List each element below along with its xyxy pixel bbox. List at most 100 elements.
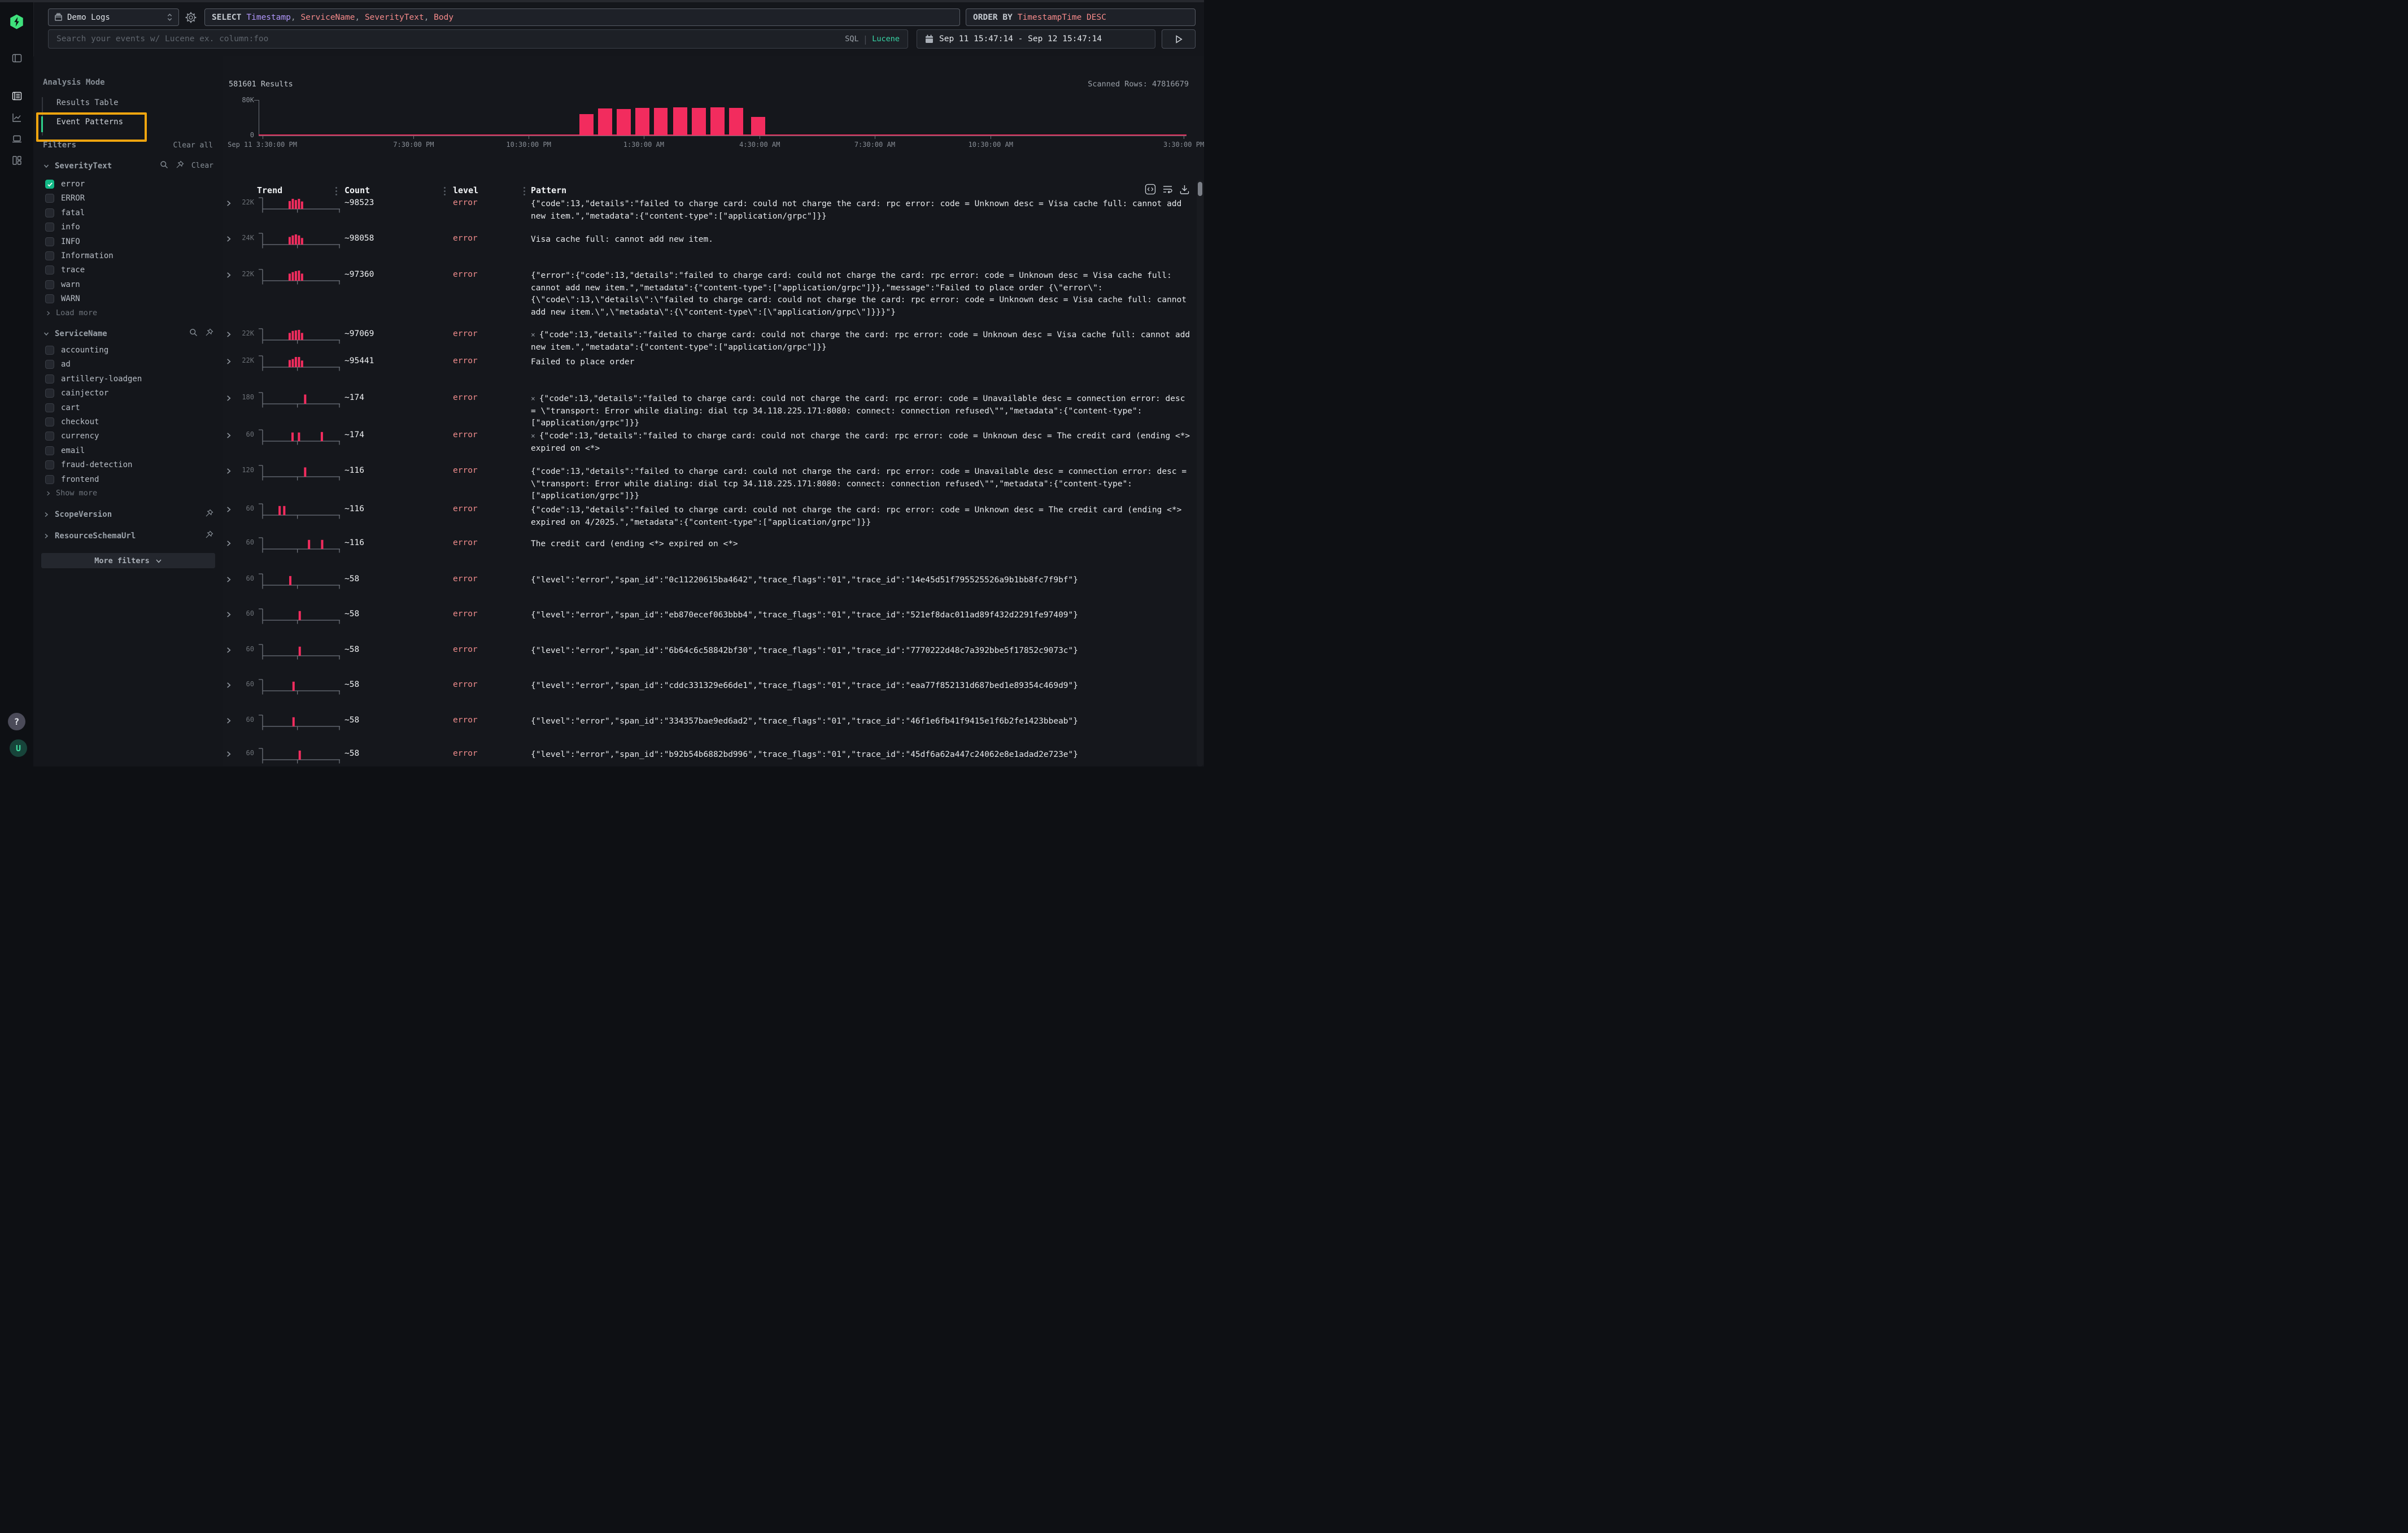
pattern-text[interactable]: {"level":"error","span_id":"cddc331329e6…: [531, 680, 1192, 693]
checkbox[interactable]: [45, 237, 54, 246]
table-row[interactable]: 24K~98058errorVisa cache full: cannot ad…: [223, 234, 1204, 245]
table-row[interactable]: 22K~98523error{"code":13,"details":"fail…: [223, 198, 1204, 210]
filter-option-info[interactable]: info: [45, 223, 80, 232]
filter-option-warn[interactable]: warn: [45, 280, 80, 289]
checkbox[interactable]: [45, 265, 54, 275]
filter-option-trace[interactable]: trace: [45, 265, 85, 275]
more-filters-button[interactable]: More filters: [41, 553, 215, 568]
table-row[interactable]: 22K~95441errorFailed to place order: [223, 356, 1204, 368]
lucene-mode-toggle[interactable]: Lucene: [872, 34, 900, 43]
pattern-text[interactable]: Visa cache full: cannot add new item.: [531, 234, 1192, 246]
pattern-text[interactable]: {"code":13,"details":"failed to charge c…: [531, 504, 1192, 529]
table-row[interactable]: 60~58error{"level":"error","span_id":"b9…: [223, 749, 1204, 760]
run-query-button[interactable]: [1162, 29, 1196, 49]
checkbox[interactable]: [45, 346, 54, 355]
pattern-text[interactable]: {"level":"error","span_id":"6b64c6c58842…: [531, 645, 1192, 657]
filter-option-currency[interactable]: currency: [45, 432, 99, 441]
checkbox[interactable]: [45, 251, 54, 260]
filter-option-email[interactable]: email: [45, 446, 85, 455]
table-row[interactable]: 60~116errorThe credit card (ending <*> e…: [223, 538, 1204, 550]
checkbox[interactable]: [45, 223, 54, 232]
time-range-picker[interactable]: Sep 11 15:47:14 - Sep 12 15:47:14: [917, 29, 1155, 49]
filter-option-INFO[interactable]: INFO: [45, 237, 80, 246]
clear-group-button[interactable]: Clear: [191, 162, 213, 170]
pattern-text[interactable]: {"level":"error","span_id":"0c11220615ba…: [531, 574, 1192, 587]
clear-all-filters-button[interactable]: Clear all: [173, 141, 213, 150]
panel-toggle-icon[interactable]: [12, 53, 22, 63]
pin-icon[interactable]: [205, 328, 213, 339]
table-row[interactable]: 60~58error{"level":"error","span_id":"6b…: [223, 645, 1204, 656]
pattern-text[interactable]: Failed to place order: [531, 356, 1192, 369]
filter-group-name[interactable]: ScopeVersion: [55, 510, 112, 519]
checkbox[interactable]: [45, 460, 54, 469]
filter-option-fraud-detection[interactable]: fraud-detection: [45, 460, 132, 469]
table-row[interactable]: 60~58error{"level":"error","span_id":"33…: [223, 716, 1204, 727]
checkbox[interactable]: [45, 475, 54, 484]
search-icon[interactable]: [160, 160, 168, 171]
source-select[interactable]: Demo Logs: [48, 8, 179, 26]
pattern-text[interactable]: {"error":{"code":13,"details":"failed to…: [531, 270, 1192, 319]
search-input[interactable]: Search your events w/ Lucene ex. column:…: [48, 29, 908, 49]
filter-option-artillery-loadgen[interactable]: artillery-loadgen: [45, 374, 142, 384]
checkbox[interactable]: [45, 389, 54, 398]
hyperdx-logo-icon[interactable]: [9, 14, 24, 29]
table-row[interactable]: 60~174error×{"code":13,"details":"failed…: [223, 430, 1204, 442]
pattern-text[interactable]: ×{"code":13,"details":"failed to charge …: [531, 329, 1192, 354]
checkbox[interactable]: [45, 446, 54, 455]
chart-icon[interactable]: [12, 112, 22, 123]
checkbox[interactable]: [45, 374, 54, 384]
filter-option-error[interactable]: error: [45, 180, 85, 189]
table-row[interactable]: 60~58error{"level":"error","span_id":"0c…: [223, 574, 1204, 586]
filter-option-frontend[interactable]: frontend: [45, 475, 99, 484]
filter-option-accounting[interactable]: accounting: [45, 346, 108, 355]
pin-icon[interactable]: [205, 530, 213, 541]
checkbox[interactable]: [45, 208, 54, 217]
pattern-text[interactable]: The credit card (ending <*> expired on <…: [531, 538, 1192, 551]
checkbox[interactable]: [45, 403, 54, 412]
analysis-mode-event-patterns[interactable]: Event Patterns: [56, 117, 123, 127]
chevron-down-icon[interactable]: [43, 163, 50, 169]
checkbox[interactable]: [45, 417, 54, 426]
table-row[interactable]: 22K~97069error×{"code":13,"details":"fai…: [223, 329, 1204, 341]
checkbox[interactable]: [45, 280, 54, 289]
dashboards-icon[interactable]: [12, 155, 22, 166]
pattern-text[interactable]: {"level":"error","span_id":"334357bae9ed…: [531, 716, 1192, 728]
select-clause-input[interactable]: SELECT Timestamp, ServiceName, SeverityT…: [204, 8, 960, 26]
table-row[interactable]: 22K~97360error{"error":{"code":13,"detai…: [223, 270, 1204, 281]
analysis-mode-results-table[interactable]: Results Table: [56, 98, 119, 107]
filter-option-cainjector[interactable]: cainjector: [45, 389, 108, 398]
pattern-text[interactable]: {"code":13,"details":"failed to charge c…: [531, 198, 1192, 223]
table-row[interactable]: 60~58error{"level":"error","span_id":"eb…: [223, 609, 1204, 621]
table-row[interactable]: 60~116error{"code":13,"details":"failed …: [223, 504, 1204, 516]
pin-icon[interactable]: [176, 160, 184, 171]
services-icon[interactable]: [12, 134, 22, 144]
show-more-link[interactable]: Show more: [45, 489, 97, 498]
pattern-text[interactable]: ×{"code":13,"details":"failed to charge …: [531, 393, 1192, 430]
filter-group-name[interactable]: ServiceName: [55, 329, 107, 338]
pattern-text[interactable]: ×{"code":13,"details":"failed to charge …: [531, 430, 1192, 455]
checkbox[interactable]: [45, 294, 54, 303]
filter-option-fatal[interactable]: fatal: [45, 208, 85, 217]
filter-option-cart[interactable]: cart: [45, 403, 80, 412]
chevron-right-icon[interactable]: [43, 511, 50, 518]
checkbox[interactable]: [45, 432, 54, 441]
filter-group-name[interactable]: ResourceSchemaUrl: [55, 532, 136, 541]
pattern-text[interactable]: {"level":"error","span_id":"eb870ecef063…: [531, 609, 1192, 622]
sql-mode-toggle[interactable]: SQL: [845, 34, 858, 43]
checkbox[interactable]: [45, 180, 54, 189]
help-button[interactable]: ?: [8, 713, 25, 730]
checkbox[interactable]: [45, 194, 54, 203]
order-by-input[interactable]: ORDER BY TimestampTime DESC: [966, 8, 1196, 26]
gear-icon[interactable]: [185, 12, 197, 23]
show-more-link[interactable]: Load more: [45, 308, 97, 317]
pin-icon[interactable]: [205, 509, 213, 520]
checkbox[interactable]: [45, 360, 54, 369]
filter-option-checkout[interactable]: checkout: [45, 417, 99, 426]
scrollbar-thumb[interactable]: [1198, 182, 1202, 196]
filter-option-ad[interactable]: ad: [45, 360, 71, 369]
chevron-right-icon[interactable]: [43, 533, 50, 539]
table-row[interactable]: 180~174error×{"code":13,"details":"faile…: [223, 393, 1204, 404]
logs-icon[interactable]: [12, 91, 22, 101]
table-row[interactable]: 120~116error{"code":13,"details":"failed…: [223, 466, 1204, 477]
chevron-down-icon[interactable]: [43, 330, 50, 337]
